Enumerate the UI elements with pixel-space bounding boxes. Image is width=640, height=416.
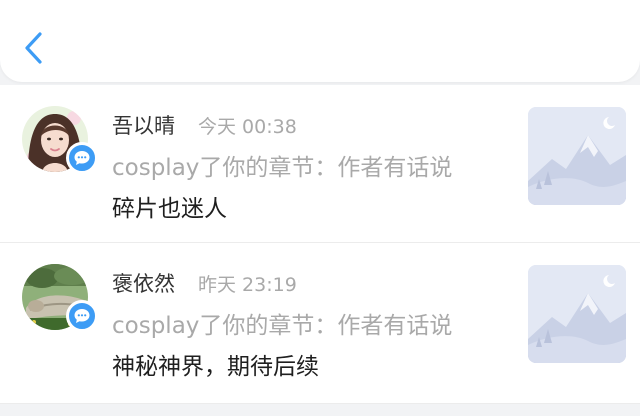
mountain-placeholder-icon bbox=[528, 107, 626, 205]
comment-bubble-icon bbox=[74, 309, 90, 323]
timestamp: 昨天 23:19 bbox=[198, 274, 297, 296]
comment-badge bbox=[66, 142, 98, 174]
mountain-placeholder-icon bbox=[528, 265, 626, 363]
comment-bubble-icon bbox=[74, 151, 90, 165]
top-bar bbox=[0, 0, 640, 82]
notification-list: 吾以晴 今天 00:38 cosplay了你的章节：作者有话说 碎片也迷人 褒依… bbox=[0, 85, 640, 404]
notification-item[interactable]: 褒依然 昨天 23:19 cosplay了你的章节：作者有话说 神秘神界，期待后… bbox=[0, 243, 640, 404]
timestamp: 今天 00:38 bbox=[198, 116, 297, 138]
chevron-left-icon bbox=[25, 32, 42, 64]
action-text: cosplay了你的章节：作者有话说 bbox=[112, 155, 453, 181]
comment-badge bbox=[66, 300, 98, 332]
comment-text[interactable]: 神秘神界，期待后续 bbox=[112, 347, 319, 381]
user-name[interactable]: 褒依然 bbox=[112, 268, 175, 298]
chapter-thumbnail[interactable] bbox=[528, 107, 626, 205]
comment-text[interactable]: 碎片也迷人 bbox=[112, 189, 227, 223]
user-name[interactable]: 吾以晴 bbox=[112, 110, 175, 140]
back-button[interactable] bbox=[18, 26, 54, 70]
chapter-thumbnail[interactable] bbox=[528, 265, 626, 363]
notifications-page: 吾以晴 今天 00:38 cosplay了你的章节：作者有话说 碎片也迷人 褒依… bbox=[0, 0, 640, 416]
action-text: cosplay了你的章节：作者有话说 bbox=[112, 313, 453, 339]
notification-item[interactable]: 吾以晴 今天 00:38 cosplay了你的章节：作者有话说 碎片也迷人 bbox=[0, 85, 640, 243]
